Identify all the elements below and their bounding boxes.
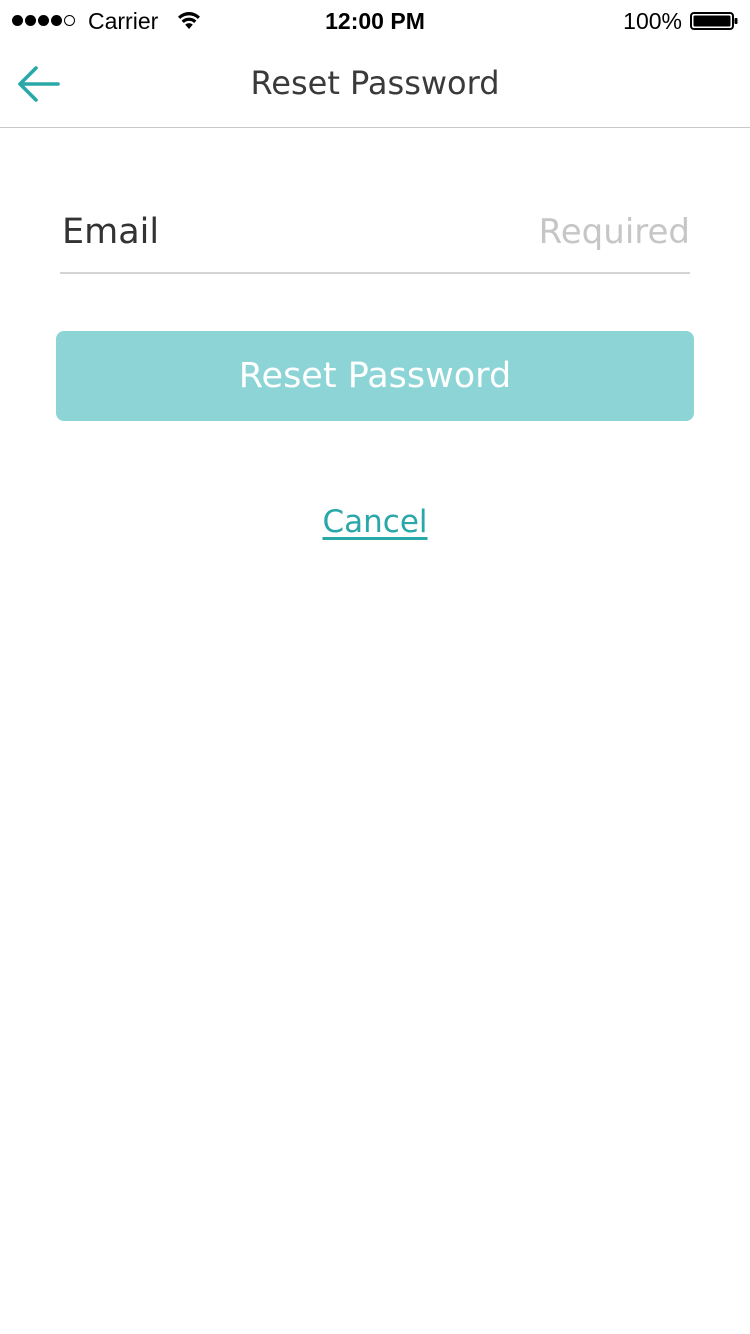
battery-icon bbox=[690, 12, 738, 30]
cancel-link[interactable]: Cancel bbox=[322, 504, 427, 540]
cancel-link-container: Cancel bbox=[0, 500, 750, 544]
email-input[interactable] bbox=[270, 208, 690, 256]
reset-password-button[interactable]: Reset Password bbox=[56, 331, 694, 421]
status-bar: Carrier 12:00 PM 100% bbox=[0, 0, 750, 40]
navigation-bar: Reset Password bbox=[0, 40, 750, 128]
battery-percentage: 100% bbox=[623, 8, 682, 34]
email-field-row: Email bbox=[60, 200, 690, 274]
reset-password-screen: Carrier 12:00 PM 100% Reset Password Ema… bbox=[0, 0, 750, 1334]
email-label: Email bbox=[62, 212, 160, 252]
page-title: Reset Password bbox=[250, 64, 500, 102]
